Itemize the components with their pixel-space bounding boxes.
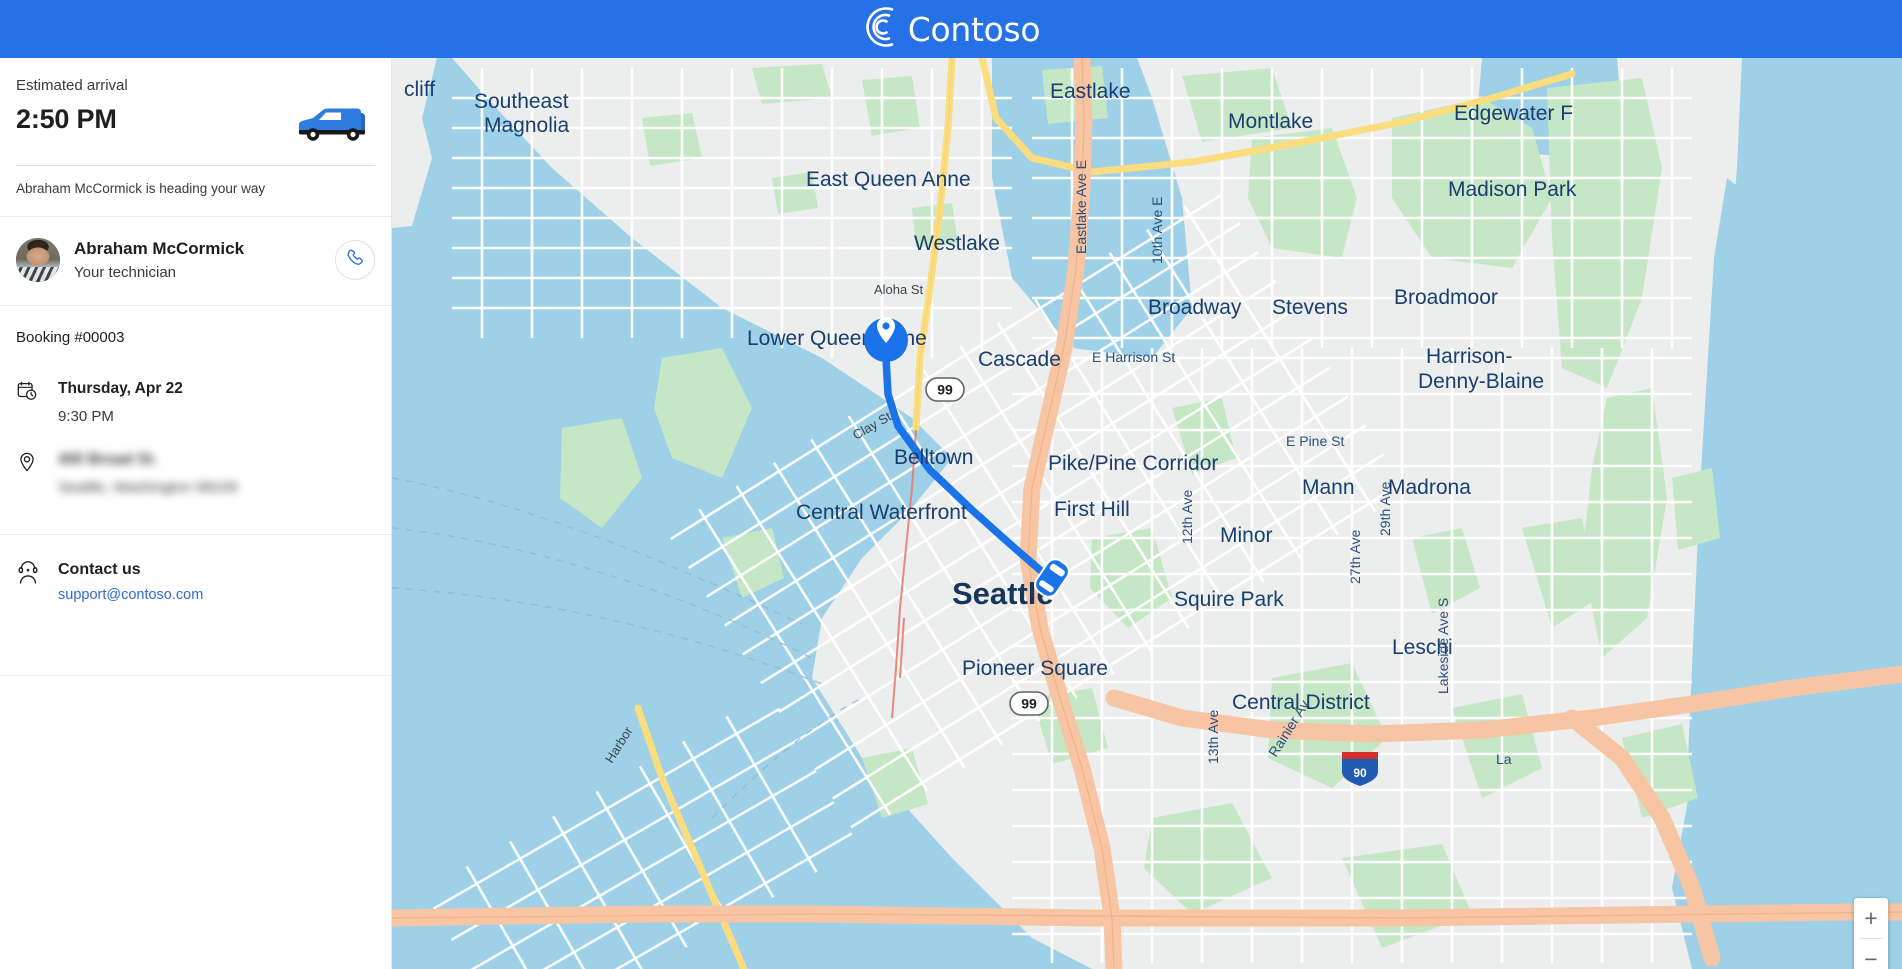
map-canvas: 99 99 90 cliff Southeast Magnolia East Q…: [392, 58, 1902, 969]
eta-time: 2:50 PM: [16, 104, 117, 134]
map-label-mann: Mann: [1302, 476, 1355, 499]
map-street-e-harrison: E Harrison St: [1092, 349, 1175, 365]
booking-address-row: 400 Broad St. Seattle, Washington 98109: [0, 427, 391, 534]
technician-role: Your technician: [74, 264, 177, 281]
call-technician-button[interactable]: [335, 240, 375, 280]
map-label-madrona: Madrona: [1388, 476, 1471, 499]
svg-text:99: 99: [1021, 696, 1037, 712]
map-label-southeast: Southeast: [474, 90, 569, 113]
map-street-e-pine: E Pine St: [1286, 433, 1344, 449]
booking-section: Booking #00003: [0, 306, 391, 356]
calendar-clock-icon: [16, 378, 44, 407]
map-label-westlake: Westlake: [914, 232, 1000, 255]
map-street-29th-ave: 29th Ave: [1377, 482, 1393, 536]
map-label-eastlake: Eastlake: [1050, 80, 1131, 103]
delivery-van-icon: [297, 104, 367, 147]
map-label-madison-park: Madison Park: [1448, 178, 1577, 201]
booking-id: Booking #00003: [16, 329, 125, 346]
map-label-belltown: Belltown: [894, 446, 973, 469]
tracking-map[interactable]: 99 99 90 cliff Southeast Magnolia East Q…: [392, 58, 1902, 969]
map-label-magnolia: Magnolia: [484, 114, 570, 137]
booking-sidebar: Estimated arrival 2:50 PM Abraham McCorm…: [0, 58, 392, 969]
contact-title: Contact us: [58, 561, 141, 578]
map-street-lakeside: Lakeside Ave S: [1435, 598, 1451, 694]
map-label-broadway: Broadway: [1148, 296, 1242, 319]
brand-logo[interactable]: Contoso: [862, 5, 1041, 54]
highway-shield-99a: 99: [925, 377, 965, 402]
map-label-squire-park: Squire Park: [1174, 588, 1284, 611]
svg-text:90: 90: [1353, 766, 1367, 780]
tracking-page: Contoso Estimated arrival 2:50 PM Abraha…: [0, 0, 1902, 969]
eta-section: Estimated arrival 2:50 PM Abraham McCorm…: [0, 58, 391, 216]
eta-label: Estimated arrival: [16, 77, 128, 94]
support-headset-icon: [16, 559, 44, 590]
eta-status: Abraham McCormick is heading your way: [16, 181, 266, 196]
brand-name: Contoso: [907, 9, 1041, 49]
section-divider-4: [0, 675, 391, 676]
map-label-minor: Minor: [1220, 524, 1273, 547]
map-street-27th-ave: 27th Ave: [1347, 530, 1363, 584]
map-label-stevens: Stevens: [1272, 296, 1348, 319]
technician-avatar: [16, 238, 60, 282]
highway-shield-99b: 99: [1009, 691, 1049, 716]
map-street-eastlake-ave: Eastlake Ave E: [1073, 160, 1089, 254]
map-street-la: La: [1496, 751, 1512, 767]
map-label-pike-pine: Pike/Pine Corridor: [1048, 452, 1218, 475]
map-street-aloha: Aloha St: [874, 282, 924, 297]
contoso-ring-logo-icon: [862, 5, 906, 54]
svg-text:99: 99: [937, 382, 953, 398]
support-email-link[interactable]: support@contoso.com: [58, 585, 203, 605]
zoom-out-button[interactable]: −: [1854, 939, 1888, 969]
contact-section: Contact us support@contoso.com: [0, 535, 391, 605]
map-label-edgewater: Edgewater F: [1454, 102, 1573, 125]
map-label-first-hill: First Hill: [1054, 498, 1130, 521]
map-label-central-waterfront: Central Waterfront: [796, 501, 967, 524]
map-zoom-controls[interactable]: + −: [1854, 898, 1888, 969]
map-label-east-queen-anne: East Queen Anne: [806, 168, 971, 191]
map-label-pioneer-square: Pioneer Square: [962, 657, 1108, 680]
address-line-2: Seattle, Washington 98109: [58, 479, 238, 496]
map-label-cascade: Cascade: [978, 348, 1061, 371]
page-body: Estimated arrival 2:50 PM Abraham McCorm…: [0, 58, 1902, 969]
map-label-broadmoor: Broadmoor: [1394, 286, 1498, 309]
map-street-12th-ave: 12th Ave: [1179, 490, 1195, 544]
map-label-cliff: cliff: [404, 78, 435, 101]
booking-date: Thursday, Apr 22: [58, 380, 183, 397]
address-line-1: 400 Broad St.: [58, 451, 158, 468]
map-street-13th-ave: 13th Ave: [1205, 710, 1221, 764]
map-label-harrison: Harrison-: [1426, 345, 1512, 368]
map-pin-icon: [16, 449, 44, 478]
booking-schedule-row: Thursday, Apr 22 9:30 PM: [0, 356, 391, 427]
technician-row: Abraham McCormick Your technician: [0, 217, 391, 305]
zoom-in-button[interactable]: +: [1854, 898, 1888, 938]
phone-icon: [345, 247, 366, 273]
map-label-denny-blaine: Denny-Blaine: [1418, 370, 1544, 393]
app-header: Contoso: [0, 0, 1902, 58]
booking-time: 9:30 PM: [58, 408, 114, 425]
map-label-montlake: Montlake: [1228, 110, 1313, 133]
technician-name: Abraham McCormick: [74, 239, 245, 258]
map-street-10th-ave: 10th Ave E: [1149, 197, 1165, 264]
